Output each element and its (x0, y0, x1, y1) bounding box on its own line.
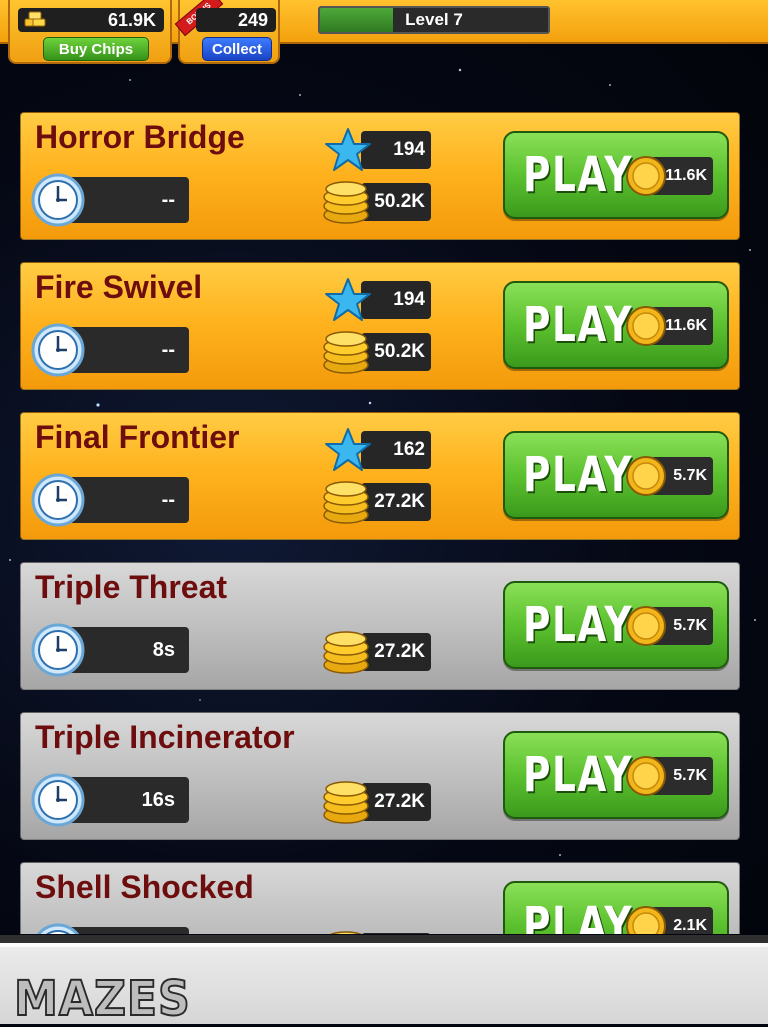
bonus-panel: BONUS 249 Collect (174, 0, 280, 64)
maze-title: Horror Bridge (35, 119, 245, 155)
star-icon (324, 277, 372, 323)
clock-icon (31, 773, 85, 827)
bottom-bar: MAZES (0, 935, 768, 1027)
maze-card: Final Frontier -- 162 27.2K PLAY 5.7K (20, 412, 740, 540)
coins-reward: 50.2K (361, 333, 431, 371)
clock-icon (31, 473, 85, 527)
play-label: PLAY (523, 747, 634, 803)
collect-button[interactable]: Collect (202, 37, 272, 61)
coins-reward: 27.2K (361, 633, 431, 671)
level-progress-bar: Level 7 (318, 6, 550, 34)
play-label: PLAY (523, 147, 634, 203)
bonus-count: 249 (196, 8, 276, 32)
clock-icon (31, 623, 85, 677)
play-button[interactable]: PLAY 2.1K (503, 881, 729, 934)
coins-stack-icon (321, 779, 371, 825)
coins-stack-icon (321, 629, 371, 675)
star-icon (324, 127, 372, 173)
maze-title: Shell Shocked (35, 869, 254, 905)
coins-stack-icon (321, 329, 371, 375)
coin-icon (625, 455, 667, 497)
clock-icon (31, 173, 85, 227)
maze-card: Shell Shocked 13.2K PLAY2.1K (20, 862, 740, 934)
coin-icon (625, 305, 667, 347)
buy-chips-button[interactable]: Buy Chips (43, 37, 149, 61)
play-button[interactable]: PLAY 11.6K (503, 281, 729, 369)
maze-title: Final Frontier (35, 419, 240, 455)
clock-icon (31, 323, 85, 377)
play-button[interactable]: PLAY 5.7K (503, 431, 729, 519)
coin-icon (625, 155, 667, 197)
coins-reward: 13.2K (361, 933, 431, 934)
maze-title: Fire Swivel (35, 269, 203, 305)
coins-reward: 27.2K (361, 783, 431, 821)
coins-reward: 50.2K (361, 183, 431, 221)
play-button[interactable]: PLAY 11.6K (503, 131, 729, 219)
coin-icon (625, 755, 667, 797)
maze-card: Triple Incinerator 16s 27.2K PLAY 5.7K (20, 712, 740, 840)
play-label: PLAY (523, 897, 634, 934)
section-title: MAZES (13, 970, 191, 1027)
level-label: Level 7 (405, 10, 463, 29)
coin-icon (625, 605, 667, 647)
clock-icon (31, 923, 85, 934)
chips-panel: 61.9K Buy Chips (8, 0, 172, 64)
coin-icon (625, 905, 667, 934)
play-label: PLAY (523, 297, 634, 353)
maze-title: Triple Incinerator (35, 719, 295, 755)
star-icon (324, 427, 372, 473)
coins-reward: 27.2K (361, 483, 431, 521)
play-button[interactable]: PLAY 5.7K (503, 581, 729, 669)
play-label: PLAY (523, 447, 634, 503)
maze-card: Fire Swivel -- 194 50.2K PLAY 11.6K (20, 262, 740, 390)
maze-card: Triple Threat 8s 27.2K PLAY 5.7K (20, 562, 740, 690)
coins-stack-icon (321, 929, 371, 934)
maze-list[interactable]: Horror Bridge -- 194 50.2K PLAY 11.6K Fire Swi… (0, 112, 768, 934)
coins-stack-icon (321, 179, 371, 225)
play-label: PLAY (523, 597, 634, 653)
coins-stack-icon (321, 479, 371, 525)
maze-card: Horror Bridge -- 194 50.2K PLAY 11.6K (20, 112, 740, 240)
gold-bars-icon (24, 11, 46, 27)
play-button[interactable]: PLAY 5.7K (503, 731, 729, 819)
maze-title: Triple Threat (35, 569, 228, 605)
